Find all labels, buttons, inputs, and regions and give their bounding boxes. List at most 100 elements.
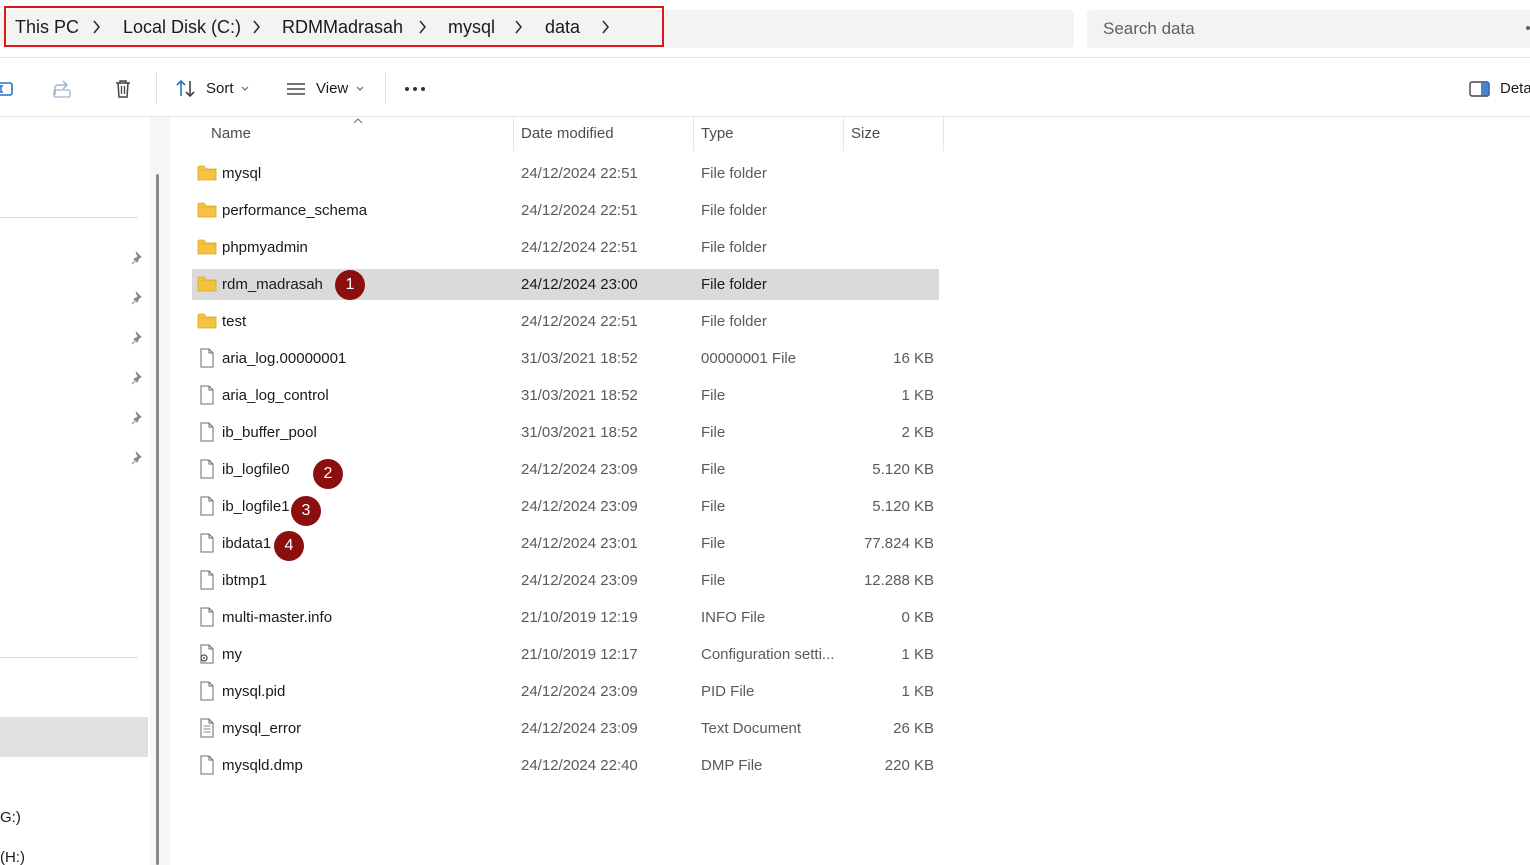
folder-icon <box>197 239 217 255</box>
column-divider[interactable] <box>843 117 844 151</box>
file-row[interactable]: mysql 24/12/2024 22:51 File folder <box>192 158 939 189</box>
file-row[interactable]: multi-master.info 21/10/2019 12:19 INFO Fi… <box>192 602 939 633</box>
sidebar-item-drive-g[interactable]: G:) <box>0 809 21 826</box>
file-type: File folder <box>701 202 767 219</box>
chevron-right-icon[interactable] <box>601 20 610 34</box>
file-date-modified: 24/12/2024 22:51 <box>521 202 638 219</box>
address-bar: This PC Local Disk (C:) RDMMadrasah mysq… <box>0 0 1530 58</box>
sidebar-item-selected[interactable] <box>0 717 148 757</box>
folder-icon <box>197 202 217 218</box>
column-divider[interactable] <box>693 117 694 151</box>
file-row[interactable]: mysqld.dmp 24/12/2024 22:40 DMP File 220 KB <box>192 750 939 781</box>
sidebar-divider <box>0 657 138 658</box>
file-row[interactable]: mysql.pid 24/12/2024 23:09 PID File 1 KB <box>192 676 939 707</box>
file-icon <box>200 755 214 775</box>
breadcrumb-data[interactable]: data <box>545 17 580 38</box>
chevron-right-icon[interactable] <box>252 20 261 34</box>
rename-icon[interactable] <box>0 78 16 100</box>
file-size: 1 KB <box>901 646 934 663</box>
folder-icon <box>197 276 217 292</box>
file-date-modified: 24/12/2024 23:09 <box>521 683 638 700</box>
file-type: File <box>701 498 726 515</box>
sidebar-item-drive-h[interactable]: (H:) <box>0 849 25 865</box>
breadcrumb-this-pc[interactable]: This PC <box>15 17 79 38</box>
file-row[interactable]: rdm_madrasah 24/12/2024 23:00 File folder <box>192 269 939 300</box>
file-date-modified: 31/03/2021 18:52 <box>521 387 638 404</box>
chevron-down-icon[interactable] <box>356 86 364 92</box>
file-type: PID File <box>701 683 755 700</box>
file-row[interactable]: ib_logfile0 24/12/2024 23:09 File 5.120 KB <box>192 454 939 485</box>
search-icon[interactable] <box>1526 26 1530 30</box>
file-date-modified: 24/12/2024 23:01 <box>521 535 638 552</box>
file-size: 1 KB <box>901 683 934 700</box>
file-date-modified: 21/10/2019 12:19 <box>521 609 638 626</box>
sidebar-scrollbar-thumb[interactable] <box>156 174 159 865</box>
file-row[interactable]: phpmyadmin 24/12/2024 22:51 File folder <box>192 232 939 263</box>
file-name: mysqld.dmp <box>222 757 303 774</box>
chevron-right-icon[interactable] <box>92 20 101 34</box>
column-header: Name Date modified Type Size <box>170 117 950 151</box>
pin-icon[interactable] <box>131 371 145 385</box>
file-name: ibtmp1 <box>222 572 268 589</box>
file-row[interactable]: ibtmp1 24/12/2024 23:09 File 12.288 KB <box>192 565 939 596</box>
pin-icon[interactable] <box>131 411 145 425</box>
file-row[interactable]: ib_buffer_pool 31/03/2021 18:52 File 2 KB <box>192 417 939 448</box>
column-size[interactable]: Size <box>851 125 880 142</box>
sidebar-divider <box>0 217 138 218</box>
config-file-icon <box>200 644 214 664</box>
chevron-right-icon[interactable] <box>418 20 427 34</box>
file-row[interactable]: aria_log_control 31/03/2021 18:52 File 1 KB <box>192 380 939 411</box>
column-type[interactable]: Type <box>701 125 734 142</box>
pin-icon[interactable] <box>131 251 145 265</box>
pin-icon[interactable] <box>131 451 145 465</box>
file-type: 00000001 File <box>701 350 797 367</box>
file-icon <box>200 422 214 442</box>
column-divider[interactable] <box>513 117 514 151</box>
chevron-right-icon[interactable] <box>514 20 523 34</box>
column-date-modified[interactable]: Date modified <box>521 125 614 142</box>
file-type: File folder <box>701 165 767 182</box>
file-date-modified: 24/12/2024 23:09 <box>521 720 638 737</box>
breadcrumb-local-disk[interactable]: Local Disk (C:) <box>123 17 241 38</box>
view-icon[interactable] <box>285 78 307 100</box>
file-size: 12.288 KB <box>863 572 934 589</box>
file-date-modified: 21/10/2019 12:17 <box>521 646 638 663</box>
file-row[interactable]: aria_log.00000001 31/03/2021 18:52 0000000… <box>192 343 939 374</box>
file-row[interactable]: my 21/10/2019 12:17 Configuration setti...… <box>192 639 939 670</box>
file-row[interactable]: test 24/12/2024 22:51 File folder <box>192 306 939 337</box>
annotation-badge-2: 2 <box>313 459 343 489</box>
delete-icon[interactable] <box>112 78 134 100</box>
file-type: INFO File <box>701 609 766 626</box>
sort-button[interactable]: Sort <box>206 80 234 97</box>
search-input[interactable] <box>1103 18 1523 40</box>
details-pane-icon[interactable] <box>1469 78 1491 100</box>
breadcrumb-rdmmadrasah[interactable]: RDMMadrasah <box>282 17 403 38</box>
pin-icon[interactable] <box>131 291 145 305</box>
search-box[interactable] <box>1087 10 1530 48</box>
view-button[interactable]: View <box>316 80 348 97</box>
breadcrumb-mysql[interactable]: mysql <box>448 17 495 38</box>
share-icon[interactable] <box>52 78 74 100</box>
file-row[interactable]: ibdata1 24/12/2024 23:01 File 77.824 KB <box>192 528 939 559</box>
pin-icon[interactable] <box>131 331 145 345</box>
file-name: multi-master.info <box>222 609 333 626</box>
column-divider[interactable] <box>943 117 944 151</box>
file-icon <box>200 570 214 590</box>
file-row[interactable]: performance_schema 24/12/2024 22:51 File f… <box>192 195 939 226</box>
file-date-modified: 24/12/2024 23:09 <box>521 461 638 478</box>
file-name: aria_log.00000001 <box>222 350 347 367</box>
file-icon <box>200 385 214 405</box>
file-date-modified: 24/12/2024 23:09 <box>521 498 638 515</box>
file-date-modified: 24/12/2024 22:51 <box>521 239 638 256</box>
sidebar-scrollbar-track[interactable] <box>150 117 170 865</box>
file-type: File folder <box>701 239 767 256</box>
more-options-icon[interactable] <box>404 78 426 100</box>
details-button[interactable]: Deta <box>1500 80 1530 97</box>
file-row[interactable]: mysql_error 24/12/2024 23:09 Text Document… <box>192 713 939 744</box>
sort-icon[interactable] <box>175 78 197 100</box>
column-name[interactable]: Name <box>211 125 251 142</box>
chevron-down-icon[interactable] <box>241 86 249 92</box>
file-size: 220 KB <box>884 757 934 774</box>
file-type: Text Document <box>701 720 802 737</box>
file-size: 0 KB <box>901 609 934 626</box>
